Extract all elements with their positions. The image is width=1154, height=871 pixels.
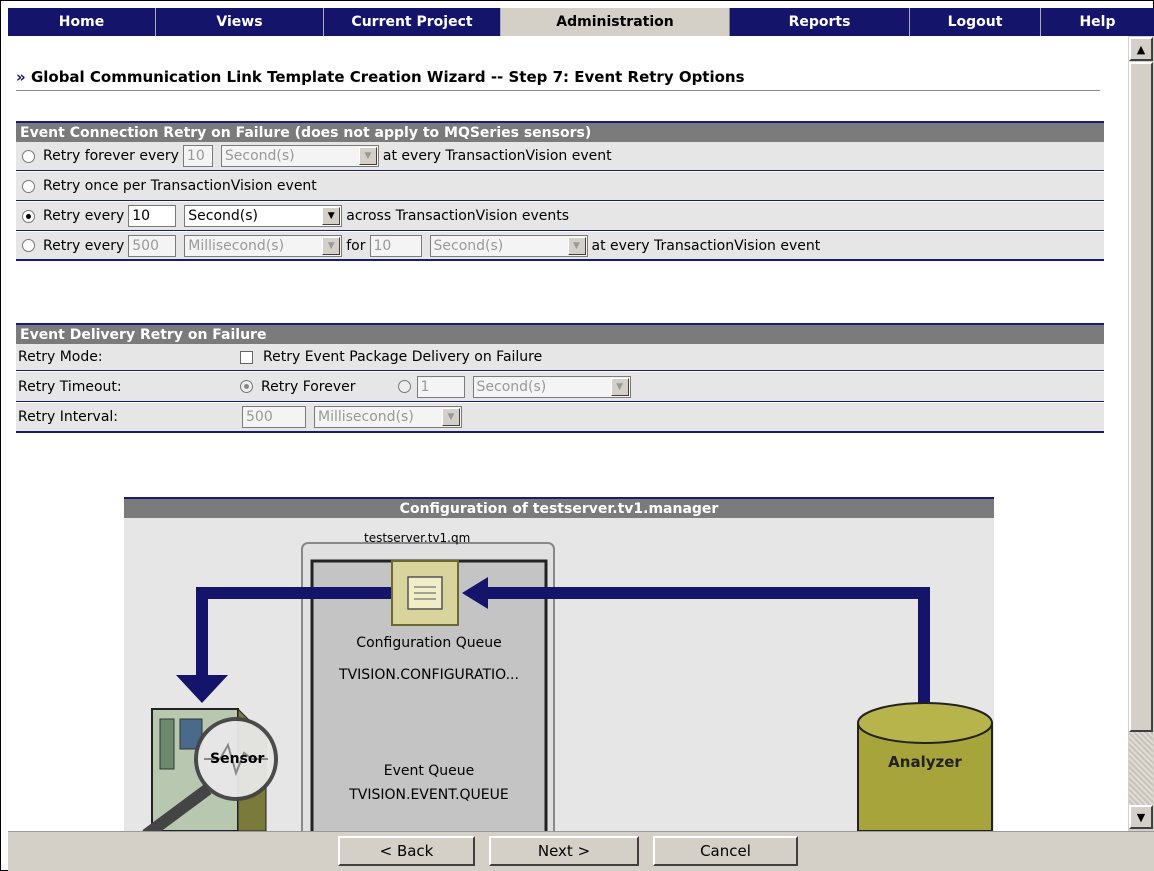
retry-option-once: Retry once per TransactionVision event	[16, 172, 1104, 201]
nav-current-project[interactable]: Current Project	[324, 8, 501, 36]
chevron-down-icon: ▼	[322, 207, 341, 225]
sensor-panel	[159, 718, 175, 770]
scroll-up-button[interactable]: ▲	[1129, 37, 1153, 61]
retry-forever-unit-value: Second(s)	[224, 148, 295, 164]
retry-forever-radio[interactable]	[22, 149, 35, 163]
retry-option-forever: Retry forever every 10 Second(s) ▼ at ev…	[16, 142, 1104, 171]
retry-every-for-radio[interactable]	[22, 239, 35, 252]
title-text: Global Communication Link Template Creat…	[30, 68, 745, 86]
retry-option-every: Retry every 10 Second(s) ▼ across Transa…	[16, 202, 1104, 231]
connection-retry-heading: Event Connection Retry on Failure (does …	[16, 121, 1104, 142]
retry-forever-timeout-label: Retry Forever	[261, 378, 356, 395]
event-queue-label: Event Queue	[383, 763, 475, 779]
arrow-head-down	[176, 675, 228, 703]
retry-delivery-checkbox[interactable]	[240, 350, 253, 364]
retry-every-for-unit-select[interactable]: Millisecond(s) ▼	[184, 234, 343, 257]
retry-timeout-row: Retry Timeout: Retry Forever 1 Second(s)…	[16, 372, 1104, 402]
retry-interval-row: Retry Interval: 500 Millisecond(s) ▼	[16, 403, 1104, 433]
retry-forever-value-input[interactable]: 10	[182, 145, 213, 167]
retry-forever-timeout-radio[interactable]	[240, 380, 253, 393]
diagram-heading: Configuration of testserver.tv1.manager	[124, 497, 994, 518]
triangle-up-icon: ▲	[1136, 42, 1146, 56]
queue-manager-name: testserver.tv1.qm	[364, 531, 471, 545]
retry-timeout-value-input[interactable]: 1	[416, 375, 465, 398]
nav-help[interactable]: Help	[1041, 8, 1154, 36]
back-button[interactable]: < Back	[338, 836, 475, 866]
retry-every-value-input[interactable]: 10	[128, 205, 177, 227]
title-divider	[16, 90, 1100, 91]
scroll-down-button[interactable]: ▼	[1129, 805, 1153, 829]
page-title: » Global Communication Link Template Cre…	[16, 68, 745, 86]
delivery-retry-heading: Event Delivery Retry on Failure	[16, 323, 1104, 344]
retry-every-for-duration-unit-select[interactable]: Second(s) ▼	[429, 234, 588, 257]
retry-delivery-checkbox-label: Retry Event Package Delivery on Failure	[263, 349, 543, 365]
retry-every-for-label: Retry every	[43, 237, 125, 254]
retry-mode-label: Retry Mode:	[18, 349, 103, 365]
retry-interval-unit-value: Millisecond(s)	[318, 409, 414, 425]
retry-every-for-mid: for	[346, 237, 366, 254]
chevron-down-icon: ▼	[442, 408, 460, 426]
analyzer-top	[857, 702, 993, 744]
scroll-thumb[interactable]	[1129, 62, 1153, 732]
scroll-track[interactable]	[1129, 732, 1153, 805]
config-queue-label: Configuration Queue	[356, 635, 502, 651]
retry-option-every-for: Retry every 500 Millisecond(s) ▼ for 10 …	[16, 232, 1104, 261]
nav-home[interactable]: Home	[8, 8, 156, 36]
wizard-button-bar: < Back Next > Cancel	[8, 831, 1154, 871]
retry-timeout-unit-value: Second(s)	[476, 378, 547, 395]
title-arrow: »	[16, 68, 26, 86]
retry-timeout-label: Retry Timeout:	[18, 378, 122, 395]
next-button[interactable]: Next >	[489, 836, 639, 866]
nav-views[interactable]: Views	[156, 8, 324, 36]
content-area: » Global Communication Link Template Cre…	[8, 36, 1127, 831]
retry-every-for-suffix: at every TransactionVision event	[591, 237, 821, 254]
retry-forever-suffix: at every TransactionVision event	[382, 148, 612, 164]
retry-every-unit-value: Second(s)	[188, 208, 258, 224]
retry-interval-unit-select[interactable]: Millisecond(s) ▼	[314, 406, 462, 428]
sensor-label: Sensor	[210, 751, 265, 767]
retry-timeout-value-radio[interactable]	[397, 380, 411, 393]
chevron-down-icon: ▼	[567, 236, 586, 255]
configuration-diagram: testserver.tv1.qm Configuration Queue TV…	[124, 497, 994, 831]
retry-every-for-duration-unit-value: Second(s)	[433, 237, 504, 254]
retry-every-for-unit-value: Millisecond(s)	[188, 237, 285, 254]
diagram-canvas	[142, 542, 993, 831]
config-queue-name: TVISION.CONFIGURATIO...	[339, 667, 519, 683]
retry-every-label: Retry every	[43, 208, 125, 224]
retry-mode-row: Retry Mode: Retry Event Package Delivery…	[16, 344, 1104, 371]
nav-logout[interactable]: Logout	[910, 8, 1041, 36]
retry-every-unit-select[interactable]: Second(s) ▼	[184, 205, 343, 227]
top-nav: Home Views Current Project Administratio…	[8, 8, 1154, 36]
retry-every-for-value-input[interactable]: 500	[128, 234, 177, 257]
chevron-down-icon: ▼	[358, 147, 377, 165]
chevron-down-icon: ▼	[610, 377, 629, 396]
vertical-scrollbar[interactable]: ▲ ▼	[1127, 36, 1154, 831]
event-queue-name: TVISION.EVENT.QUEUE	[349, 787, 509, 803]
nav-administration[interactable]: Administration	[501, 8, 730, 36]
nav-reports[interactable]: Reports	[730, 8, 910, 36]
retry-once-radio[interactable]	[22, 179, 35, 193]
chevron-down-icon: ▼	[322, 236, 341, 255]
cancel-button[interactable]: Cancel	[653, 836, 798, 866]
retry-every-suffix: across TransactionVision events	[346, 208, 570, 224]
triangle-down-icon: ▼	[1136, 810, 1146, 824]
retry-every-radio[interactable]	[22, 209, 35, 223]
retry-once-label: Retry once per TransactionVision event	[43, 178, 317, 194]
retry-timeout-unit-select[interactable]: Second(s) ▼	[472, 375, 631, 398]
retry-interval-label: Retry Interval:	[18, 409, 119, 425]
retry-every-for-duration-input[interactable]: 10	[369, 234, 422, 257]
retry-interval-value-input[interactable]: 500	[242, 406, 306, 428]
retry-forever-label: Retry forever every	[43, 148, 179, 164]
retry-forever-unit-select[interactable]: Second(s) ▼	[220, 145, 379, 167]
analyzer-label: Analyzer	[888, 753, 962, 771]
